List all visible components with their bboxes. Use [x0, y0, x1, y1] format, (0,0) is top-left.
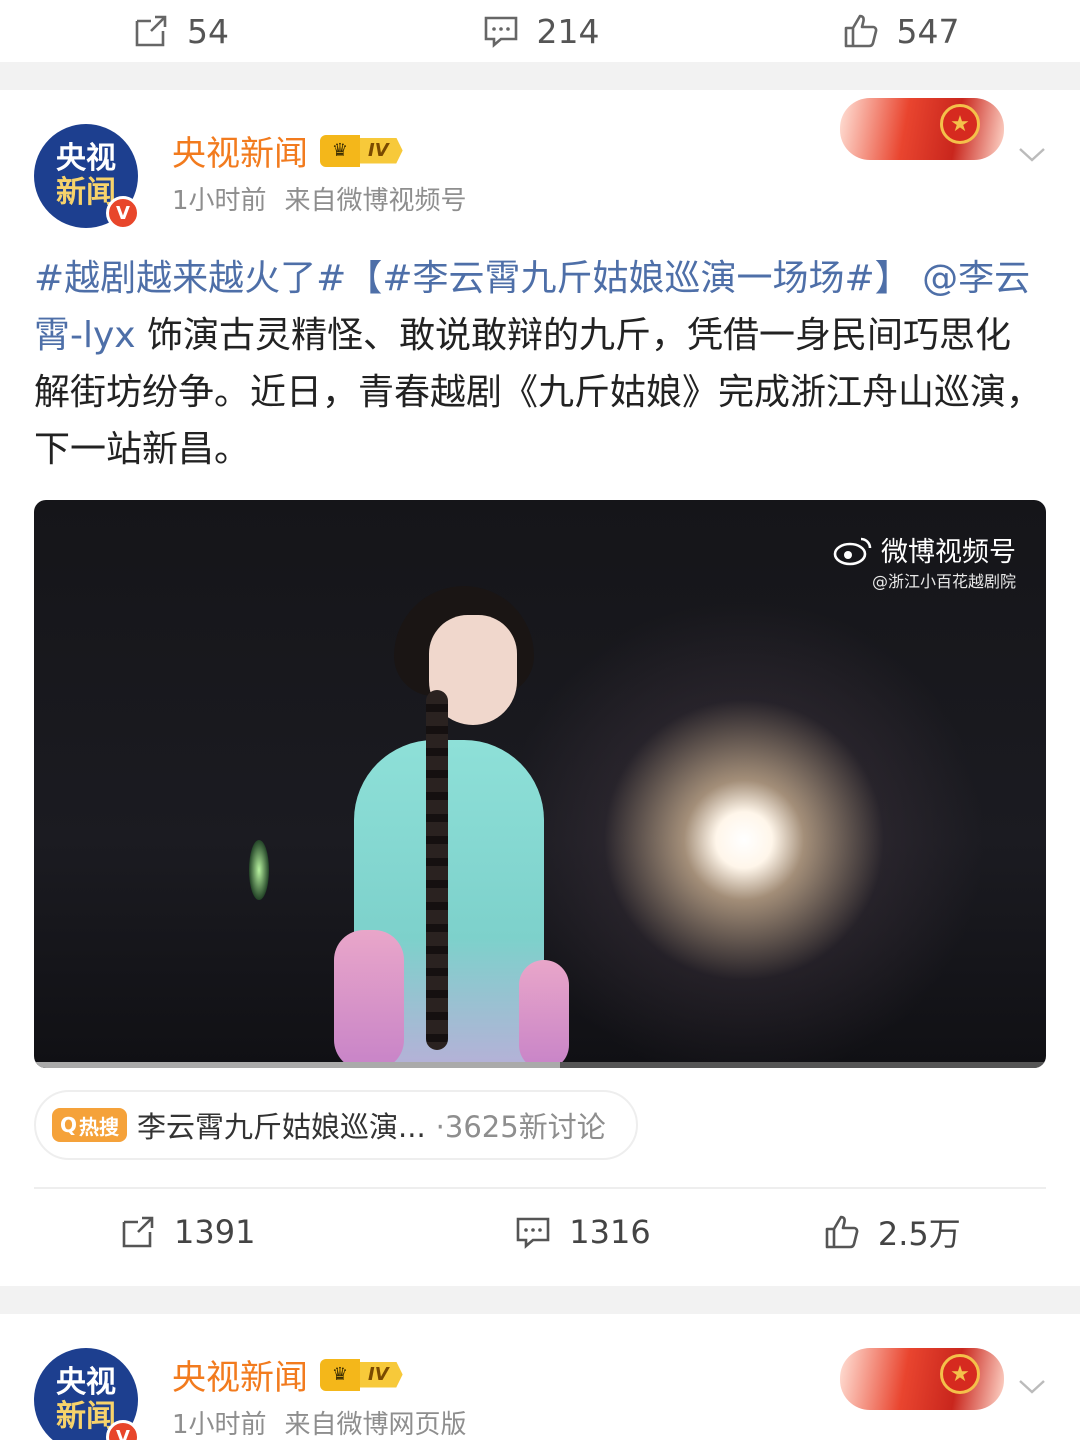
- emblem-icon: ★: [940, 1354, 980, 1394]
- like-count: 2.5万: [877, 1215, 961, 1253]
- post-card: 央视 新闻 V 央视新闻 ♛ IV 1小时前 来自微博视频号 ★ #越剧越来越火…: [0, 90, 1080, 1286]
- post-time: 1小时前: [172, 186, 267, 216]
- post-header: 央视 新闻 V 央视新闻 ♛ IV 1小时前 来自微博网页版 ★: [34, 1348, 1046, 1440]
- divider: [34, 1187, 1046, 1189]
- member-badge[interactable]: ♛ IV: [320, 134, 403, 167]
- account-name[interactable]: 央视新闻: [172, 126, 308, 175]
- post-time: 1小时前: [172, 1410, 267, 1440]
- watermark-handle: @浙江小百花越剧院: [871, 572, 1016, 591]
- repost-icon: [135, 15, 167, 47]
- video-watermark: 微博视频号: [833, 530, 1016, 569]
- hot-search-tag: Q 热搜: [52, 1108, 128, 1142]
- post-action-bar: 1391 1316 2.5万: [34, 1190, 1046, 1274]
- crown-icon: ♛: [320, 134, 360, 167]
- post-action-row: 1391 1316 2.5万: [34, 1190, 1046, 1274]
- weibo-logo-icon: [833, 537, 872, 565]
- post-meta: 1小时前 来自微博视频号: [172, 180, 467, 217]
- repost-count: 54: [187, 11, 229, 51]
- post-header: 央视 新闻 V 央视新闻 ♛ IV 1小时前 来自微博视频号 ★: [34, 98, 1046, 234]
- prev-post-actions: 54 214 547: [0, 0, 1080, 62]
- chevron-down-icon[interactable]: [1014, 1368, 1050, 1404]
- repost-icon: [122, 1216, 154, 1248]
- next-post-card: 央视 新闻 V 央视新闻 ♛ IV 1小时前 来自微博网页版 ★: [0, 1314, 1080, 1440]
- hot-search-chip[interactable]: Q 热搜 李云霄九斤姑娘巡演... ·3625新讨论: [34, 1090, 638, 1160]
- repost-button[interactable]: 54: [0, 11, 360, 51]
- post-source[interactable]: 来自微博视频号: [285, 180, 467, 217]
- performer-braid: [426, 690, 448, 1050]
- post-source[interactable]: 来自微博网页版: [285, 1404, 467, 1440]
- video-progress-fill: [34, 1062, 561, 1068]
- video-progress-bar[interactable]: [34, 1062, 1046, 1068]
- post-text: #越剧越来越火了#【#李云霄九斤姑娘巡演一场场#】 @李云霄-lyx 饰演古灵精…: [34, 250, 1046, 478]
- name-row: 央视新闻 ♛ IV: [172, 126, 403, 175]
- prev-action-bar: 54 214 547: [0, 0, 1080, 62]
- verified-badge: V: [106, 1420, 140, 1440]
- stage-light-green: [249, 840, 269, 900]
- flag-decoration: ★: [840, 98, 1004, 160]
- performer-figure: [334, 570, 569, 1068]
- like-count: 547: [896, 11, 960, 51]
- member-badge[interactable]: ♛ IV: [320, 1358, 403, 1391]
- hot-search-title: 李云霄九斤姑娘巡演...: [137, 1110, 426, 1144]
- topic-link[interactable]: 【#李云霄九斤姑娘巡演一场场#】: [346, 258, 910, 299]
- watermark-text: 微博视频号: [881, 537, 1016, 568]
- performer-sleeve: [334, 930, 404, 1068]
- verified-badge: V: [106, 196, 140, 230]
- post-body: 饰演古灵精怪、敢说敢辩的九斤，凭借一身民间巧思化解街坊纷争。近日，青春越剧《九斤…: [34, 315, 1043, 470]
- member-level: IV: [360, 1361, 403, 1388]
- topic-link[interactable]: #越剧越来越火了#: [34, 258, 346, 299]
- chevron-down-icon[interactable]: [1014, 136, 1050, 172]
- account-name[interactable]: 央视新闻: [172, 1350, 308, 1399]
- comment-icon: [516, 1217, 550, 1249]
- emblem-icon: ★: [940, 104, 980, 144]
- repost-count: 1391: [174, 1213, 256, 1251]
- flag-decoration: ★: [840, 1348, 1004, 1410]
- comment-count: 214: [536, 11, 600, 51]
- post-meta: 1小时前 来自微博网页版: [172, 1404, 467, 1440]
- like-button[interactable]: 2.5万: [737, 1209, 1046, 1255]
- repost-button[interactable]: 1391: [34, 1212, 427, 1252]
- comment-icon: [484, 16, 517, 48]
- search-icon: Q: [60, 1113, 78, 1137]
- hot-search-count: ·3625新讨论: [435, 1110, 606, 1144]
- member-level: IV: [360, 137, 403, 164]
- like-button[interactable]: 547: [720, 11, 1080, 51]
- comment-count: 1316: [569, 1213, 651, 1251]
- avatar-text-line1: 央视: [56, 141, 116, 176]
- hot-search-tag-label: 热搜: [79, 1114, 120, 1139]
- comment-button[interactable]: 1316: [427, 1212, 736, 1252]
- thumbs-up-icon: [825, 1215, 859, 1249]
- crown-icon: ♛: [320, 1358, 360, 1391]
- thumbs-up-icon: [844, 14, 877, 48]
- avatar-text-line1: 央视: [56, 1365, 116, 1400]
- name-row: 央视新闻 ♛ IV: [172, 1350, 403, 1399]
- video-player[interactable]: 微博视频号 @浙江小百花越剧院: [34, 500, 1046, 1068]
- comment-button[interactable]: 214: [360, 11, 720, 51]
- performer-sleeve: [519, 960, 569, 1068]
